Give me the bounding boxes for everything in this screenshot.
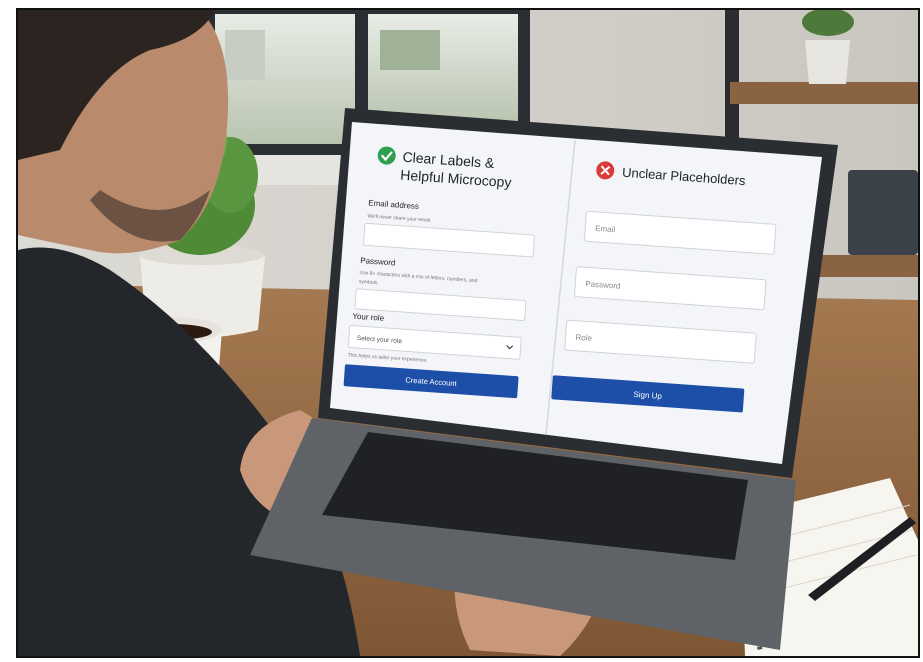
scene: Clear Labels & Helpful Microcopy Email a… [0, 0, 923, 662]
email-placeholder: Email [595, 224, 616, 234]
laptop [250, 108, 838, 650]
role-placeholder: Role [575, 333, 593, 343]
